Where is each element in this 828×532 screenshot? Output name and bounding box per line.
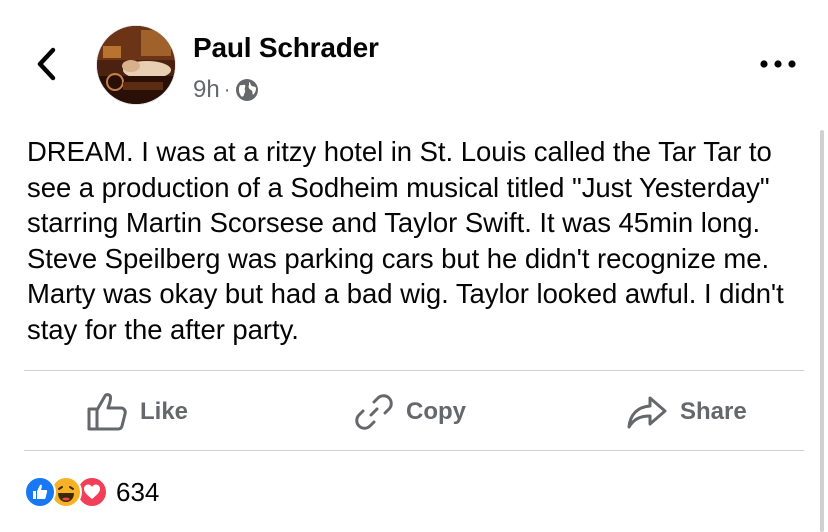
avatar[interactable] (96, 25, 176, 105)
avatar-image (97, 26, 175, 104)
more-horizontal-icon (760, 60, 796, 68)
thumbs-up-icon (87, 393, 127, 431)
back-button[interactable] (30, 44, 64, 84)
reactions-summary[interactable]: 634 (24, 474, 159, 510)
like-label: Like (140, 398, 189, 425)
scrollbar[interactable] (820, 130, 824, 532)
divider-top (24, 370, 804, 371)
chevron-left-icon (37, 47, 56, 81)
post-view: Paul Schrader 9h · DREAM. I was at a rit… (0, 0, 828, 532)
share-label: Share (680, 398, 747, 425)
copy-button[interactable]: Copy (354, 392, 466, 432)
reaction-count: 634 (116, 476, 160, 507)
like-reaction-icon (24, 476, 56, 508)
divider-bottom (24, 450, 804, 451)
copy-label: Copy (406, 398, 466, 425)
post-text: DREAM. I was at a ritzy hotel in St. Lou… (27, 136, 784, 345)
globe-icon (236, 79, 259, 101)
post-meta: 9h · (193, 76, 259, 104)
author-name[interactable]: Paul Schrader (193, 32, 379, 64)
like-button[interactable]: Like (86, 392, 188, 432)
more-options-button[interactable] (754, 52, 802, 76)
post-timestamp[interactable]: 9h (193, 76, 220, 104)
link-icon (355, 394, 393, 430)
meta-separator: · (223, 78, 231, 101)
share-button[interactable]: Share (626, 392, 747, 432)
share-arrow-icon (627, 396, 667, 429)
